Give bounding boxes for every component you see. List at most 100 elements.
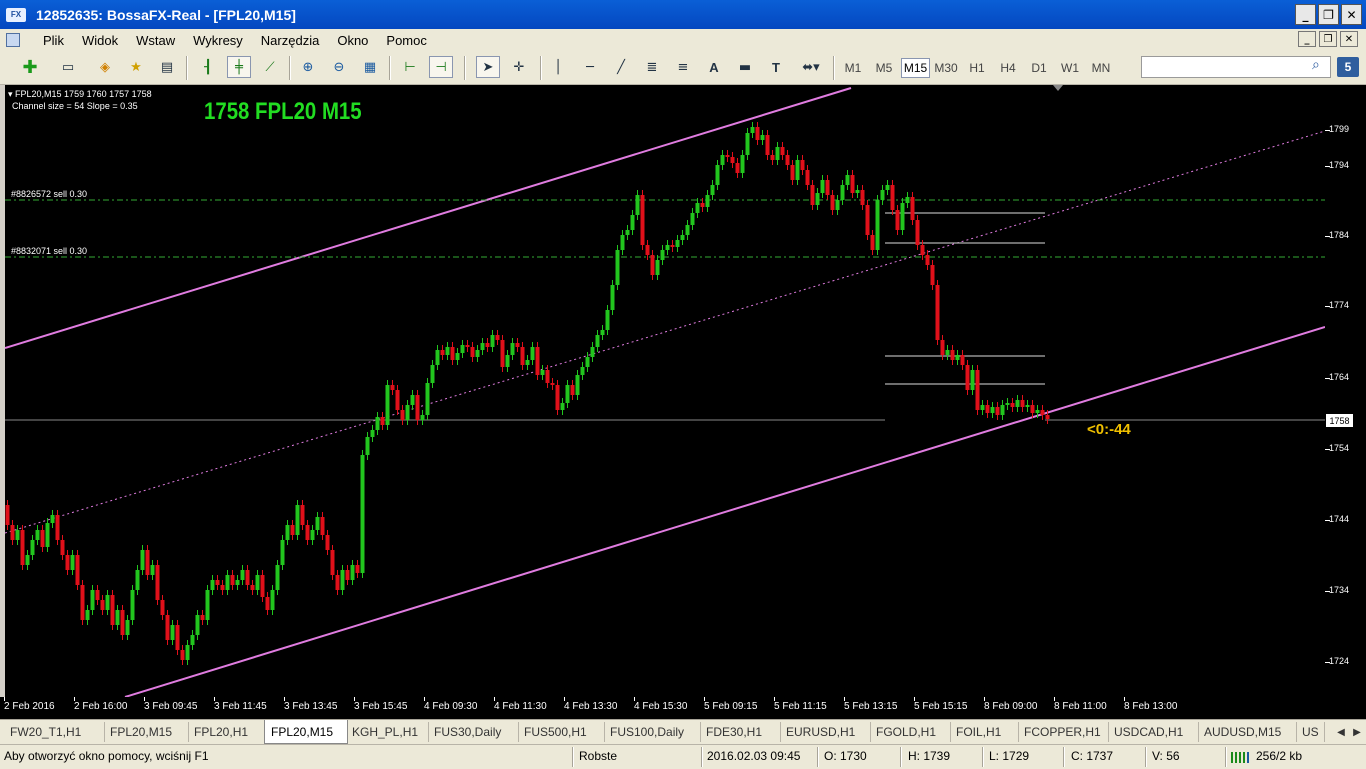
candle-body: [790, 165, 795, 180]
connection-status-icon[interactable]: [1230, 750, 1252, 764]
tab-fw20-t1-h1[interactable]: FW20_T1,H1: [4, 722, 105, 742]
price-axis[interactable]: 1799 1794 1784 1774 1764 1754 1744 1734 1724: [1325, 85, 1366, 697]
candle-body: [555, 385, 560, 410]
bar-chart-icon[interactable]: ┨: [196, 56, 220, 78]
candle-body: [65, 555, 70, 570]
app-icon: FX: [6, 7, 26, 22]
tab-fus500-h1[interactable]: FUS500,H1: [518, 722, 605, 742]
text-label-icon[interactable]: ▬: [733, 56, 757, 78]
timeframe-m30[interactable]: M30: [932, 58, 960, 78]
navigator-icon[interactable]: ★: [124, 56, 148, 78]
candle-body: [415, 395, 420, 420]
tab-usdcad-h1[interactable]: USDCAD,H1: [1108, 722, 1199, 742]
price-chart[interactable]: ▾ FPL20,M15 1759 1760 1757 1758 Channel …: [5, 85, 1325, 697]
text-tool-icon[interactable]: A: [702, 56, 726, 78]
candle-body: [1020, 400, 1025, 407]
menu-pomoc[interactable]: Pomoc: [377, 33, 435, 48]
chart-shift-icon[interactable]: ⊣: [429, 56, 453, 78]
equidistant-channel-icon[interactable]: ≣: [640, 56, 664, 78]
tab-foil-h1[interactable]: FOIL,H1: [950, 722, 1019, 742]
cursor-icon[interactable]: ➤: [476, 56, 500, 78]
menu-wykresy[interactable]: Wykresy: [184, 33, 252, 48]
auto-scroll-icon[interactable]: ⊢: [398, 56, 422, 78]
tab-fde30-h1[interactable]: FDE30,H1: [700, 722, 781, 742]
candle-body: [310, 530, 315, 540]
tab-audusd-m15[interactable]: AUDUSD,M15: [1198, 722, 1297, 742]
candle-body: [20, 530, 25, 565]
restore-button[interactable]: ❐: [1318, 4, 1339, 25]
timeframe-h1[interactable]: H1: [963, 58, 991, 78]
new-chart-icon[interactable]: ✚: [18, 56, 42, 78]
candle-body: [175, 625, 180, 650]
timeframe-h4[interactable]: H4: [994, 58, 1022, 78]
order-label-1[interactable]: #8826572 sell 0.30: [11, 189, 87, 199]
tab-fcopper-h1[interactable]: FCOPPER,H1: [1018, 722, 1109, 742]
search-input[interactable]: [1141, 56, 1331, 78]
candle-body: [975, 370, 980, 410]
arrows-dropdown-icon[interactable]: ⬌▾: [796, 56, 826, 78]
tab-eurusd-h1[interactable]: EURUSD,H1: [780, 722, 871, 742]
trendline-icon[interactable]: ╱: [609, 56, 633, 78]
time-axis[interactable]: 2 Feb 2016 2 Feb 16:00 3 Feb 09:45 3 Feb 11…: [0, 697, 1366, 719]
candle-body: [465, 345, 470, 347]
tab-us[interactable]: US: [1296, 722, 1325, 742]
candle-body: [720, 155, 725, 165]
menu-wstaw[interactable]: Wstaw: [127, 33, 184, 48]
order-label-2[interactable]: #8832071 sell 0.30: [11, 246, 87, 256]
timeframe-m15[interactable]: M15: [901, 58, 930, 78]
timeframe-m5[interactable]: M5: [870, 58, 898, 78]
zoom-out-icon[interactable]: ⊖: [327, 56, 351, 78]
candle-body: [395, 390, 400, 410]
tab-fus100-daily[interactable]: FUS100,Daily: [604, 722, 701, 742]
vertical-line-icon[interactable]: │: [546, 56, 570, 78]
horizontal-line-icon[interactable]: ─: [578, 56, 602, 78]
notifications-badge[interactable]: 5: [1337, 57, 1359, 77]
mdi-close-button[interactable]: ✕: [1340, 31, 1358, 47]
candle-body: [840, 185, 845, 200]
zoom-in-icon[interactable]: ⊕: [296, 56, 320, 78]
candlestick-icon[interactable]: ╪: [227, 56, 251, 78]
minimize-button[interactable]: _: [1295, 4, 1316, 25]
terminal-icon[interactable]: ▤: [155, 56, 179, 78]
menu-okno[interactable]: Okno: [328, 33, 377, 48]
candle-body: [650, 255, 655, 275]
mdi-restore-button[interactable]: ❐: [1319, 31, 1337, 47]
timeframe-m1[interactable]: M1: [839, 58, 867, 78]
candle-body: [300, 505, 305, 525]
crosshair-icon[interactable]: ✛: [507, 56, 531, 78]
tab-scroll-right-icon[interactable]: ▶: [1350, 723, 1364, 741]
fibonacci-icon[interactable]: ≡: [671, 56, 695, 78]
candle-body: [815, 193, 820, 205]
timeframe-w1[interactable]: W1: [1056, 58, 1084, 78]
candle-body: [940, 340, 945, 355]
market-watch-icon[interactable]: ◈: [93, 56, 117, 78]
chart-tab-bar: FW20_T1,H1 FPL20,M15 FPL20,H1 FPL20,M15 KGH_…: [0, 719, 1366, 744]
menu-widok[interactable]: Widok: [73, 33, 127, 48]
line-chart-icon[interactable]: ⟋: [258, 56, 282, 78]
tab-fpl20-h1[interactable]: FPL20,H1: [188, 722, 265, 742]
close-button[interactable]: ✕: [1341, 4, 1362, 25]
tile-windows-icon[interactable]: ▦: [358, 56, 382, 78]
tab-fpl20-m15-active[interactable]: FPL20,M15: [264, 720, 348, 744]
candle-body: [745, 133, 750, 155]
tab-fus30-daily[interactable]: FUS30,Daily: [428, 722, 519, 742]
chart-window-icon[interactable]: [6, 33, 20, 47]
timeframe-mn[interactable]: MN: [1087, 58, 1115, 78]
timeframe-d1[interactable]: D1: [1025, 58, 1053, 78]
candle-body: [590, 347, 595, 357]
mdi-minimize-button[interactable]: _: [1298, 31, 1316, 47]
candle-body: [385, 385, 390, 425]
tab-fpl20-m15[interactable]: FPL20,M15: [104, 722, 189, 742]
tab-fgold-h1[interactable]: FGOLD,H1: [870, 722, 951, 742]
candle-body: [80, 585, 85, 620]
profiles-icon[interactable]: ▭: [56, 56, 80, 78]
price-tick-label: 1799: [1329, 124, 1350, 134]
menu-plik[interactable]: Plik: [34, 33, 73, 48]
label-tool-icon[interactable]: T: [764, 56, 788, 78]
tab-kgh-pl-h1[interactable]: KGH_PL,H1: [346, 722, 429, 742]
tab-scroll-left-icon[interactable]: ◀: [1334, 723, 1348, 741]
time-tick-label: 8 Feb 13:00: [1124, 701, 1178, 712]
menu-narzedzia[interactable]: Narzędzia: [252, 33, 329, 48]
candle-body: [410, 395, 415, 405]
search-icon[interactable]: ⌕: [1312, 57, 1330, 77]
